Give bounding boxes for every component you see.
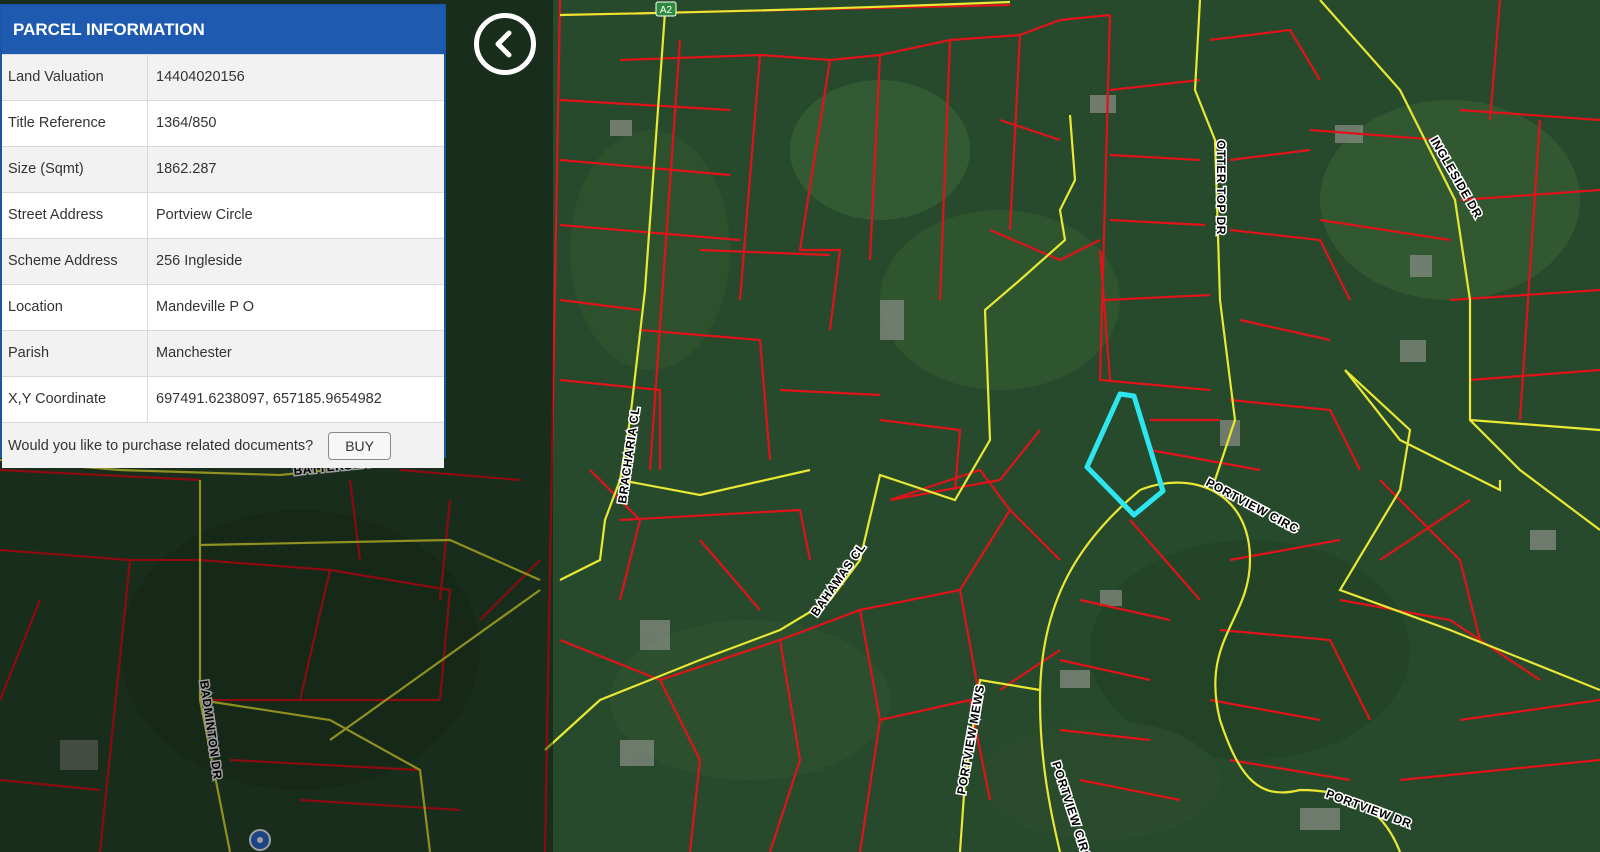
info-row-scheme-address: Scheme Address 256 Ingleside (2, 238, 444, 284)
info-row-xy-coordinate: X,Y Coordinate 697491.6238097, 657185.96… (2, 376, 444, 422)
road-label-otter-top: OTTER TOP DR (1214, 140, 1228, 235)
row-label: Size (Sqmt) (2, 147, 148, 192)
purchase-prompt: Would you like to purchase related docum… (8, 437, 314, 454)
row-label: Location (2, 285, 148, 330)
info-row-location: Location Mandeville P O (2, 284, 444, 330)
row-value: 697491.6238097, 657185.9654982 (156, 391, 382, 407)
row-value: 256 Ingleside (156, 253, 243, 269)
info-row-street-address: Street Address Portview Circle (2, 192, 444, 238)
row-label: Land Valuation (2, 55, 148, 100)
info-row-parish: Parish Manchester (2, 330, 444, 376)
info-row-size: Size (Sqmt) 1862.287 (2, 146, 444, 192)
row-value: 1364/850 (156, 115, 217, 131)
purchase-row: Would you like to purchase related docum… (2, 422, 444, 468)
row-value: Portview Circle (156, 207, 253, 223)
buy-button[interactable]: BUY (328, 431, 392, 460)
highway-shield: A2 (655, 1, 677, 17)
back-button[interactable] (474, 13, 536, 75)
row-label: X,Y Coordinate (2, 377, 148, 422)
panel-title: PARCEL INFORMATION (2, 6, 444, 54)
info-row-land-valuation: Land Valuation 14404020156 (2, 54, 444, 100)
row-label: Street Address (2, 193, 148, 238)
row-label: Title Reference (2, 101, 148, 146)
chevron-left-icon (495, 30, 512, 58)
row-value: Mandeville P O (156, 299, 255, 315)
row-value: Manchester (156, 345, 232, 361)
row-value: 14404020156 (156, 69, 245, 85)
parcel-information-panel: PARCEL INFORMATION Land Valuation 144040… (0, 4, 446, 468)
row-value: 1862.287 (156, 161, 217, 177)
info-row-title-reference: Title Reference 1364/850 (2, 100, 444, 146)
row-label: Scheme Address (2, 239, 148, 284)
svg-text:A2: A2 (660, 5, 673, 16)
row-label: Parish (2, 331, 148, 376)
